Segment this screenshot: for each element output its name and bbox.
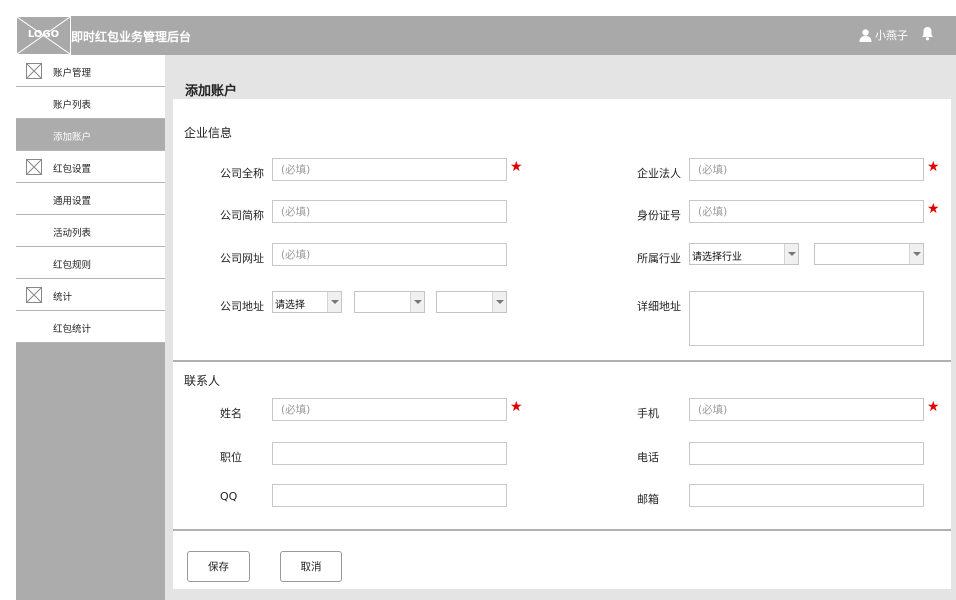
province-select-value: 请选择	[275, 300, 305, 311]
cancel-button[interactable]: 取消	[280, 551, 342, 582]
logo[interactable]: LOGO	[16, 16, 71, 55]
app-title: 即时红包业务管理后台	[71, 30, 192, 44]
contact-qq-label: QQ	[220, 490, 238, 503]
section-divider	[173, 360, 951, 362]
sub-industry-select[interactable]	[814, 243, 924, 265]
required-star: ★	[510, 159, 523, 175]
contact-email-input[interactable]	[689, 484, 924, 507]
user-icon	[859, 28, 872, 42]
sidebar-item-add-account[interactable]: 添加账户	[16, 119, 165, 151]
contact-mobile-input[interactable]	[689, 398, 924, 421]
company-short-name-label: 公司简称	[220, 209, 264, 222]
top-bar: LOGO 即时红包业务管理后台 小燕子	[16, 16, 956, 55]
user-name: 小燕子	[875, 29, 908, 42]
contact-position-label: 职位	[220, 451, 242, 464]
province-select[interactable]: 请选择	[272, 291, 342, 313]
contact-name-label: 姓名	[220, 407, 242, 420]
sidebar-item-activity-list[interactable]: 活动列表	[16, 215, 165, 247]
contact-phone-label: 电话	[637, 451, 659, 464]
sidebar-item-redpacket-stats[interactable]: 红包统计	[16, 311, 165, 343]
contact-name-input[interactable]	[272, 398, 507, 421]
chevron-down-icon	[410, 292, 424, 312]
legal-person-input[interactable]	[689, 158, 924, 181]
section-title-contact: 联系人	[184, 374, 221, 388]
id-number-label: 身份证号	[637, 209, 681, 222]
detail-address-label: 详细地址	[637, 300, 681, 313]
sidebar-item-label: 活动列表	[53, 228, 92, 239]
required-star: ★	[510, 399, 523, 415]
sidebar: 账户管理 账户列表 添加账户 红包设置 通用设置 活动列表 红包规则 统计 红包…	[16, 55, 165, 600]
contact-phone-input[interactable]	[689, 442, 924, 465]
chevron-down-icon	[492, 292, 506, 312]
sidebar-group-statistics[interactable]: 统计	[16, 279, 165, 311]
company-address-label: 公司地址	[220, 300, 264, 313]
placeholder-image-icon	[26, 287, 42, 303]
sidebar-item-account-list[interactable]: 账户列表	[16, 87, 165, 119]
logo-text: LOGO	[27, 29, 60, 40]
detail-address-textarea[interactable]	[689, 291, 924, 346]
page-title: 添加账户	[185, 84, 238, 99]
sidebar-item-general-settings[interactable]: 通用设置	[16, 183, 165, 215]
placeholder-image-icon	[26, 63, 42, 79]
chevron-down-icon	[784, 244, 798, 264]
form-panel: 企业信息 公司全称 ★ 公司简称 公司网址 公司地址 请选择 企业法人 ★ 身份…	[173, 99, 951, 589]
company-website-input[interactable]	[272, 243, 507, 266]
sidebar-item-label: 红包统计	[53, 324, 92, 335]
required-star: ★	[927, 399, 940, 415]
industry-select-value: 请选择行业	[692, 252, 742, 263]
district-select[interactable]	[436, 291, 507, 313]
industry-label: 所属行业	[637, 252, 681, 265]
sidebar-item-label: 账户管理	[53, 68, 92, 79]
sidebar-group-account[interactable]: 账户管理	[16, 55, 165, 87]
contact-position-input[interactable]	[272, 442, 507, 465]
company-full-name-input[interactable]	[272, 158, 507, 181]
placeholder-image-icon	[26, 159, 42, 175]
save-button[interactable]: 保存	[187, 551, 250, 582]
main-content: 添加账户 企业信息 公司全称 ★ 公司简称 公司网址 公司地址 请选择 企业法人…	[165, 55, 956, 600]
section-title-company: 企业信息	[184, 126, 233, 140]
contact-mobile-label: 手机	[637, 407, 659, 420]
industry-select[interactable]: 请选择行业	[689, 243, 799, 265]
bell-icon	[921, 27, 934, 41]
required-star: ★	[927, 201, 940, 217]
user-menu[interactable]: 小燕子	[859, 27, 908, 43]
contact-qq-input[interactable]	[272, 484, 507, 507]
sidebar-item-label: 添加账户	[53, 132, 92, 143]
city-select[interactable]	[354, 291, 425, 313]
id-number-input[interactable]	[689, 200, 924, 223]
legal-person-label: 企业法人	[637, 167, 681, 180]
sidebar-item-label: 统计	[53, 292, 73, 303]
company-full-name-label: 公司全称	[220, 167, 264, 180]
sidebar-item-label: 账户列表	[53, 100, 92, 111]
sidebar-item-redpacket-rules[interactable]: 红包规则	[16, 247, 165, 279]
chevron-down-icon	[909, 244, 923, 264]
company-short-name-input[interactable]	[272, 200, 507, 223]
contact-email-label: 邮箱	[637, 493, 659, 506]
section-divider	[173, 529, 951, 531]
sidebar-item-label: 红包设置	[53, 164, 92, 175]
required-star: ★	[927, 159, 940, 175]
company-website-label: 公司网址	[220, 252, 264, 265]
notification-bell[interactable]	[921, 26, 934, 44]
sidebar-item-label: 通用设置	[53, 196, 92, 207]
sidebar-group-redpacket-settings[interactable]: 红包设置	[16, 151, 165, 183]
sidebar-item-label: 红包规则	[53, 260, 92, 271]
chevron-down-icon	[327, 292, 341, 312]
